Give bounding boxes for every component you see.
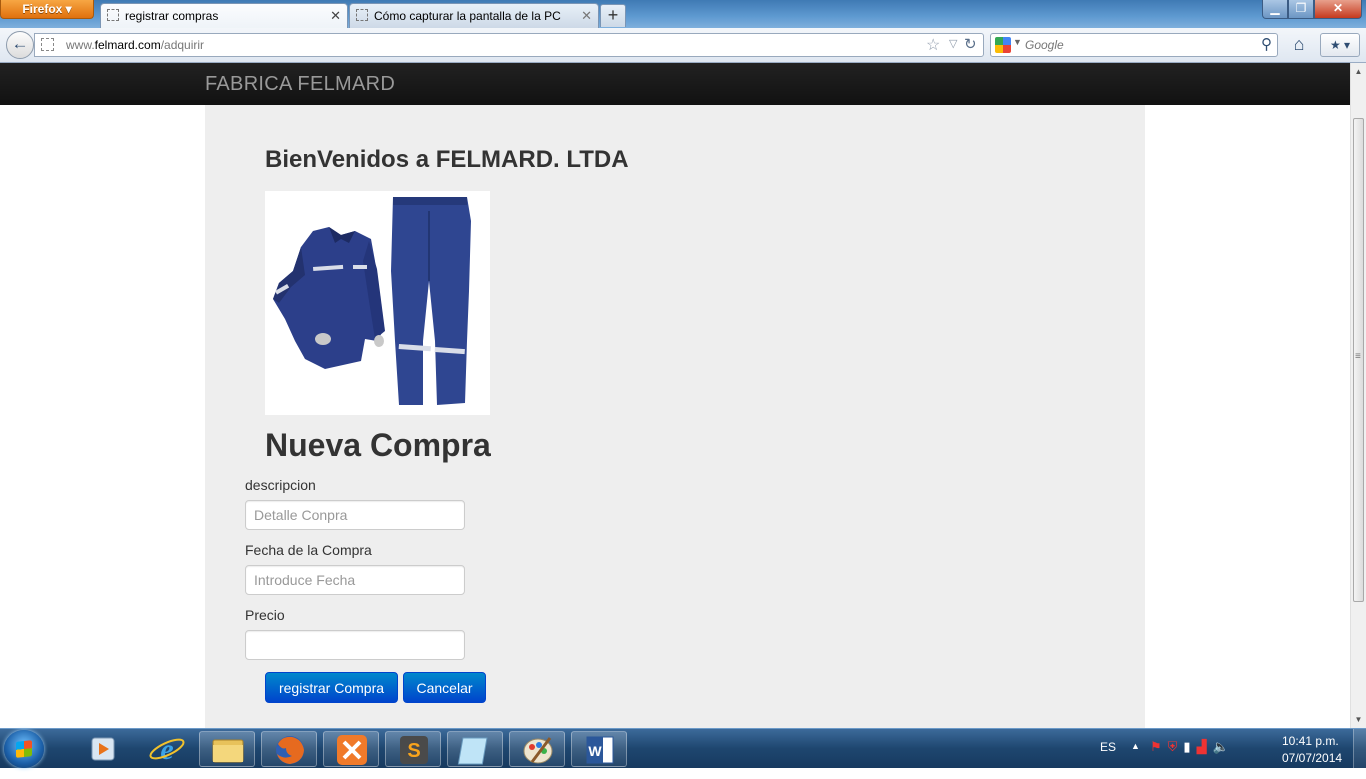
action-center-flag-icon[interactable]: ⚑ [1150, 739, 1168, 754]
tab-como-capturar[interactable]: Cómo capturar la pantalla de la PC ✕ [349, 3, 599, 28]
work-uniform-image [265, 191, 490, 415]
browser-navigation-bar: ← www.felmard.com/adquirir ☆ ▽ ↻ ▼ Googl… [0, 28, 1366, 63]
show-desktop-button[interactable] [1353, 729, 1366, 769]
url-bar[interactable]: www.felmard.com/adquirir ☆ ▽ ↻ [34, 33, 984, 57]
cancel-button[interactable]: Cancelar [403, 672, 486, 703]
scrollbar-thumb[interactable] [1353, 118, 1364, 602]
svg-text:W: W [588, 743, 602, 759]
site-navbar: FABRICA FELMARD [0, 63, 1350, 105]
site-brand[interactable]: FABRICA FELMARD [205, 73, 395, 96]
back-arrow-icon[interactable]: ← [6, 31, 34, 59]
windows-taskbar: e S W ES ▲ ⚑⛨▮▟🔈 10:41 p.m. 07/07/2014 [0, 728, 1366, 769]
media-center-icon[interactable] [76, 731, 132, 767]
site-identity-icon[interactable] [41, 38, 54, 51]
tray-status-icons[interactable]: ⚑⛨▮▟🔈 [1150, 739, 1235, 755]
svg-text:e: e [160, 733, 173, 766]
home-icon[interactable]: ⌂ [1286, 33, 1312, 57]
tab-close-icon[interactable]: ✕ [330, 5, 341, 27]
firefox-icon[interactable] [261, 731, 317, 767]
sublime-text-icon[interactable]: S [385, 731, 441, 767]
security-shield-icon[interactable]: ⛨ [1168, 739, 1184, 754]
chevron-down-icon[interactable]: ▼ [1013, 37, 1022, 47]
fecha-label: Fecha de la Compra [245, 542, 372, 558]
main-container: BienVenidos a FELMARD. LTDA Nueva Compra… [205, 105, 1145, 728]
start-button[interactable] [4, 730, 44, 768]
page-scrollbar[interactable]: ▲ ▼ [1350, 63, 1366, 728]
system-tray: ES ▲ ⚑⛨▮▟🔈 10:41 p.m. 07/07/2014 [1086, 729, 1366, 769]
new-tab-button[interactable]: + [600, 4, 626, 27]
precio-input[interactable] [245, 630, 465, 660]
window-maximize-button[interactable]: ❐ [1288, 0, 1314, 19]
register-purchase-button[interactable]: registrar Compra [265, 672, 398, 703]
clock-time[interactable]: 10:41 p.m. [1282, 734, 1339, 748]
url-domain: felmard.com [94, 38, 161, 52]
descripcion-label: descripcion [245, 477, 316, 493]
tab-registrar-compras[interactable]: registrar compras ✕ [100, 3, 348, 29]
xampp-icon[interactable] [323, 731, 379, 767]
url-text[interactable]: www.felmard.com/adquirir [66, 38, 204, 52]
notepad-icon[interactable] [447, 731, 503, 767]
window-close-button[interactable]: ✕ [1314, 0, 1362, 19]
battery-icon[interactable]: ▮ [1183, 739, 1196, 754]
google-icon[interactable] [995, 37, 1011, 53]
uniform-illustration [273, 197, 471, 405]
precio-label: Precio [245, 607, 285, 623]
tab-close-icon[interactable]: ✕ [581, 5, 592, 27]
page-viewport: FABRICA FELMARD BienVenidos a FELMARD. L… [0, 63, 1350, 728]
scroll-up-arrow-icon[interactable]: ▲ [1351, 63, 1366, 80]
welcome-heading: BienVenidos a FELMARD. LTDA [265, 146, 629, 173]
paint-icon[interactable] [509, 731, 565, 767]
fecha-input[interactable] [245, 565, 465, 595]
svg-text:S: S [407, 740, 420, 762]
history-dropdown-icon[interactable]: ▽ [949, 37, 957, 50]
window-minimize-button[interactable]: ▁ [1262, 0, 1288, 19]
internet-explorer-icon[interactable]: e [139, 731, 195, 767]
volume-icon[interactable]: 🔈 [1213, 739, 1235, 754]
search-bar[interactable]: ▼ Google ⚲ [990, 33, 1278, 57]
url-path: /adquirir [160, 38, 205, 52]
bookmark-star-icon[interactable]: ☆ [926, 35, 940, 55]
page-favicon-icon [356, 9, 368, 21]
bookmarks-menu-button[interactable]: ★ ▾ [1320, 33, 1360, 57]
language-indicator[interactable]: ES [1100, 740, 1116, 754]
search-icon[interactable]: ⚲ [1261, 35, 1272, 53]
scroll-down-arrow-icon[interactable]: ▼ [1351, 711, 1366, 728]
form-title: Nueva Compra [265, 427, 491, 463]
tab-title: registrar compras [125, 9, 219, 23]
page-favicon-icon [107, 9, 119, 21]
browser-titlebar: Firefox ▾ registrar compras ✕ Cómo captu… [0, 0, 1366, 29]
url-prefix: www. [66, 38, 95, 52]
file-explorer-icon[interactable] [199, 731, 255, 767]
firefox-menu-label: Firefox [22, 2, 63, 16]
word-icon[interactable]: W [571, 731, 627, 767]
clock-date[interactable]: 07/07/2014 [1282, 751, 1342, 765]
reload-icon[interactable]: ↻ [964, 35, 977, 53]
firefox-menu-button[interactable]: Firefox ▾ [0, 0, 94, 19]
network-signal-icon[interactable]: ▟ [1197, 739, 1213, 754]
show-hidden-icons-icon[interactable]: ▲ [1131, 741, 1140, 751]
descripcion-input[interactable] [245, 500, 465, 530]
search-input[interactable]: Google [1025, 38, 1064, 52]
tab-title: Cómo capturar la pantalla de la PC [374, 9, 561, 23]
